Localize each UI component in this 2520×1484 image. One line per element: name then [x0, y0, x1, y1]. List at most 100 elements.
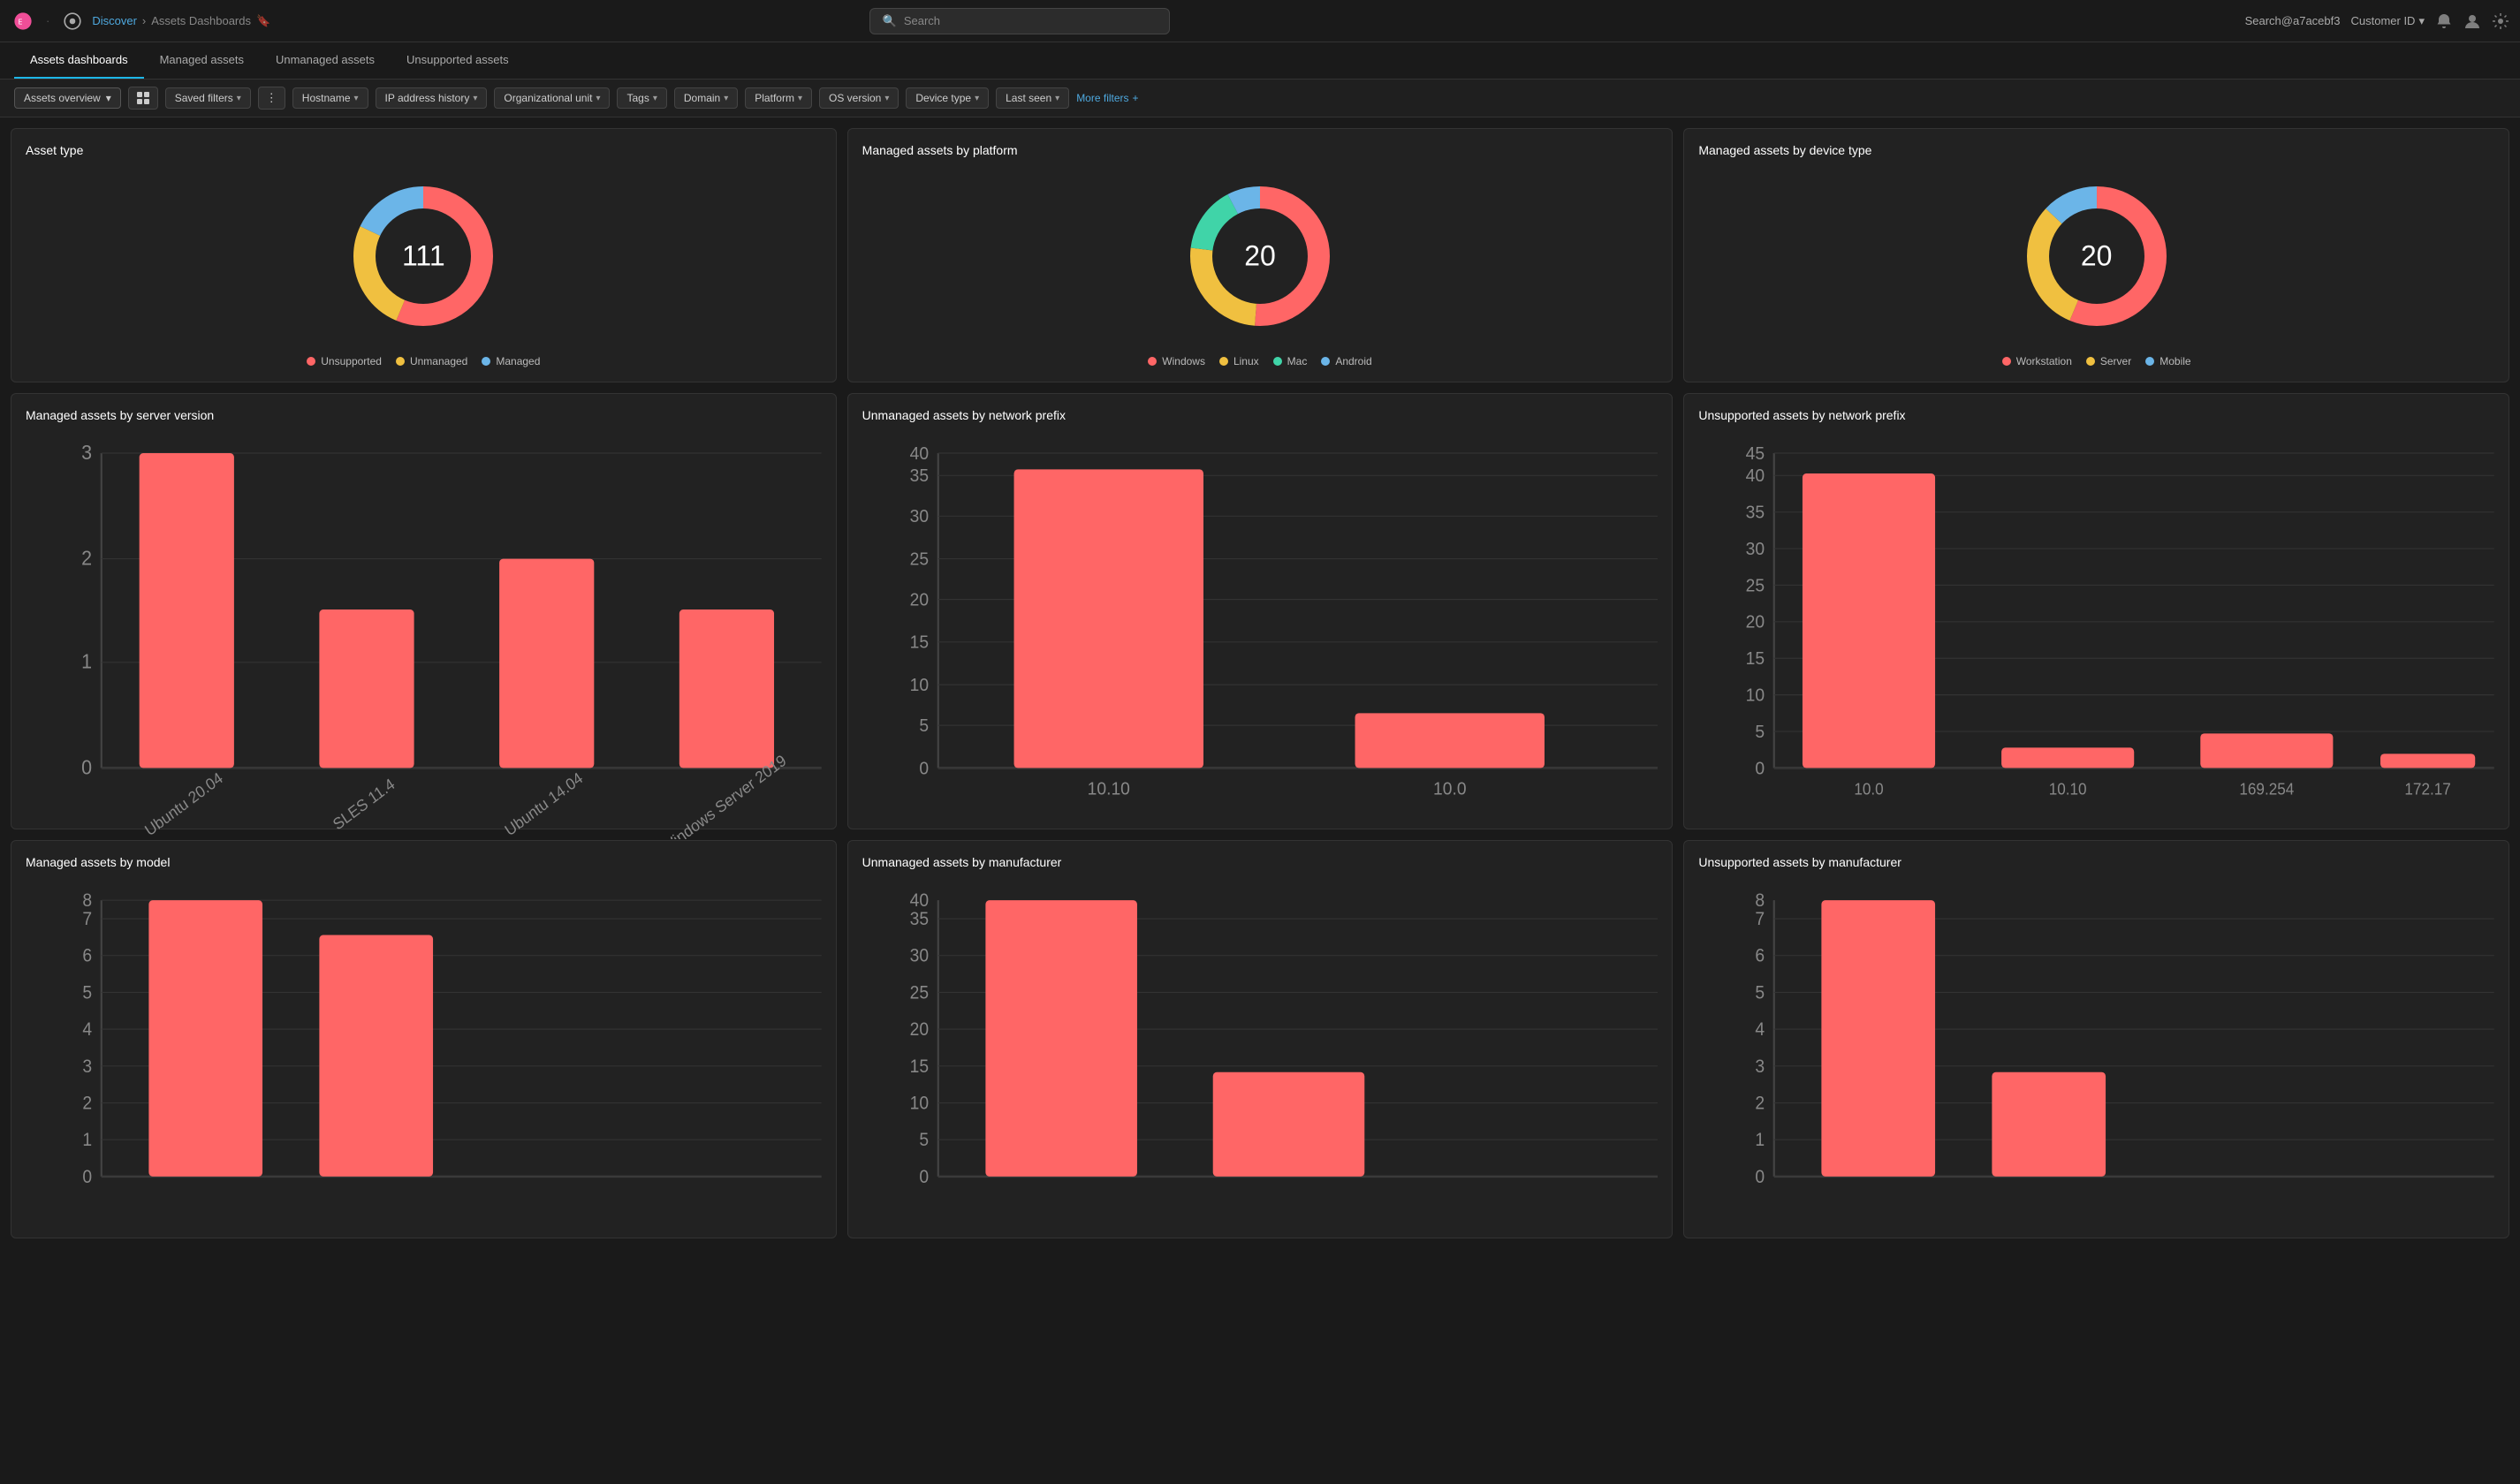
hostname-filter-btn[interactable]: Hostname ▾ [292, 87, 368, 109]
svg-text:1: 1 [82, 1130, 92, 1150]
legend-item-server: Server [2086, 355, 2131, 367]
svg-text:3: 3 [81, 441, 92, 464]
top-nav: E · Discover › Assets Dashboards 🔖 🔍 Sea… [0, 0, 2520, 42]
svg-text:15: 15 [1746, 649, 1765, 670]
legend-dot-windows [1148, 357, 1157, 366]
more-options-btn[interactable]: ⋮ [258, 87, 285, 110]
svg-text:40: 40 [1746, 466, 1765, 487]
svg-text:5: 5 [1756, 983, 1765, 1003]
platform-label: Platform [755, 92, 794, 104]
customer-id-label: Customer ID [2350, 14, 2415, 27]
unsupported-network-chart: 0 5 10 15 20 25 30 35 40 45 10.0 10.10 1… [1698, 433, 2494, 839]
more-filters-label: More filters [1076, 92, 1128, 104]
user-id: Search@a7acebf3 [2245, 14, 2341, 27]
last-seen-filter-btn[interactable]: Last seen ▾ [996, 87, 1069, 109]
tab-unmanaged-assets[interactable]: Unmanaged assets [260, 42, 391, 79]
legend-label-unmanaged: Unmanaged [410, 355, 467, 367]
user-icon[interactable] [2463, 12, 2481, 30]
unmanaged-network-card: Unmanaged assets by network prefix 0 5 1… [847, 393, 1674, 829]
overview-chevron: ▾ [106, 92, 111, 104]
org-unit-label: Organizational unit [504, 92, 592, 104]
svg-text:25: 25 [1746, 576, 1765, 596]
tags-chevron: ▾ [653, 94, 657, 103]
legend-item-workstation: Workstation [2002, 355, 2072, 367]
platform-filter-btn[interactable]: Platform ▾ [745, 87, 812, 109]
svg-text:8: 8 [1756, 890, 1765, 911]
view-toggle-btn[interactable] [128, 87, 158, 110]
legend-item-managed: Managed [482, 355, 540, 367]
svg-text:0: 0 [1756, 1167, 1765, 1187]
managed-device-total: 20 [2081, 240, 2113, 273]
svg-text:45: 45 [1746, 443, 1765, 464]
svg-text:0: 0 [919, 1167, 929, 1187]
tags-filter-btn[interactable]: Tags ▾ [617, 87, 666, 109]
logo: E [11, 9, 35, 34]
os-version-label: OS version [829, 92, 881, 104]
tab-assets-dashboards[interactable]: Assets dashboards [14, 42, 144, 79]
svg-text:SLES 11.4: SLES 11.4 [330, 775, 398, 834]
more-filters-icon: + [1133, 92, 1139, 104]
ip-address-filter-btn[interactable]: IP address history ▾ [376, 87, 488, 109]
legend-label-mac: Mac [1287, 355, 1308, 367]
tab-managed-assets[interactable]: Managed assets [144, 42, 260, 79]
svg-text:2: 2 [1756, 1094, 1765, 1114]
breadcrumb-bookmark[interactable]: 🔖 [256, 14, 270, 28]
asset-type-total: 111 [402, 240, 445, 273]
device-type-filter-btn[interactable]: Device type ▾ [906, 87, 989, 109]
domain-filter-btn[interactable]: Domain ▾ [674, 87, 738, 109]
svg-text:7: 7 [82, 909, 92, 929]
ip-address-label: IP address history [385, 92, 470, 104]
unsupported-manufacturer-card: Unsupported assets by manufacturer 0 1 2… [1683, 840, 2509, 1238]
svg-text:6: 6 [1756, 946, 1765, 966]
svg-text:10.10: 10.10 [1087, 779, 1129, 799]
managed-device-title: Managed assets by device type [1698, 143, 2494, 157]
legend-dot-server [2086, 357, 2095, 366]
svg-text:10.0: 10.0 [1855, 780, 1884, 799]
managed-server-title: Managed assets by server version [26, 408, 822, 422]
svg-text:8: 8 [82, 890, 92, 911]
managed-server-version-card: Managed assets by server version 0 1 2 3 [11, 393, 837, 829]
assets-overview-select[interactable]: Assets overview ▾ [14, 87, 121, 109]
breadcrumb-sep: › [142, 14, 146, 27]
notifications-icon[interactable] [2435, 12, 2453, 30]
svg-text:30: 30 [909, 507, 928, 527]
legend-dot-mac [1273, 357, 1282, 366]
legend-dot-managed [482, 357, 490, 366]
svg-text:15: 15 [909, 632, 928, 653]
legend-item-android: Android [1321, 355, 1371, 367]
unmanaged-manufacturer-chart: 0 5 10 15 20 25 30 35 40 [862, 880, 1658, 1248]
svg-text:10.10: 10.10 [2049, 780, 2087, 799]
more-filters-btn[interactable]: More filters + [1076, 92, 1138, 104]
managed-platform-total: 20 [1244, 240, 1276, 273]
search-box[interactable]: 🔍 Search [869, 8, 1170, 34]
svg-text:30: 30 [1746, 539, 1765, 559]
svg-text:35: 35 [909, 466, 928, 487]
managed-device-donut: 20 [2017, 177, 2176, 336]
legend-dot-workstation [2002, 357, 2011, 366]
managed-platform-title: Managed assets by platform [862, 143, 1658, 157]
unmanaged-network-chart: 0 5 10 15 20 25 30 35 40 10.10 10.0 [862, 433, 1658, 839]
org-unit-filter-btn[interactable]: Organizational unit ▾ [494, 87, 610, 109]
asset-type-legend: Unsupported Unmanaged Managed [307, 355, 540, 367]
settings-icon[interactable] [2492, 12, 2509, 30]
svg-text:0: 0 [919, 759, 929, 779]
legend-item-mac: Mac [1273, 355, 1308, 367]
tab-unsupported-assets[interactable]: Unsupported assets [391, 42, 525, 79]
legend-label-workstation: Workstation [2016, 355, 2072, 367]
legend-label-android: Android [1335, 355, 1371, 367]
search-area: 🔍 Search [755, 8, 1285, 34]
nav-icon-2 [60, 9, 85, 34]
svg-text:3: 3 [82, 1056, 92, 1077]
last-seen-label: Last seen [1006, 92, 1051, 104]
saved-filters-btn[interactable]: Saved filters ▾ [165, 87, 251, 109]
breadcrumb-discover[interactable]: Discover [92, 14, 137, 27]
svg-text:2: 2 [81, 547, 92, 570]
legend-dot-unsupported [307, 357, 315, 366]
chevron-down-icon: ▾ [2418, 14, 2425, 28]
svg-text:5: 5 [1756, 722, 1765, 742]
hostname-label: Hostname [302, 92, 351, 104]
os-version-filter-btn[interactable]: OS version ▾ [819, 87, 899, 109]
svg-text:25: 25 [909, 983, 928, 1003]
customer-id-selector[interactable]: Customer ID ▾ [2350, 14, 2425, 28]
filter-bar: Assets overview ▾ Saved filters ▾ ⋮ Host… [0, 80, 2520, 117]
